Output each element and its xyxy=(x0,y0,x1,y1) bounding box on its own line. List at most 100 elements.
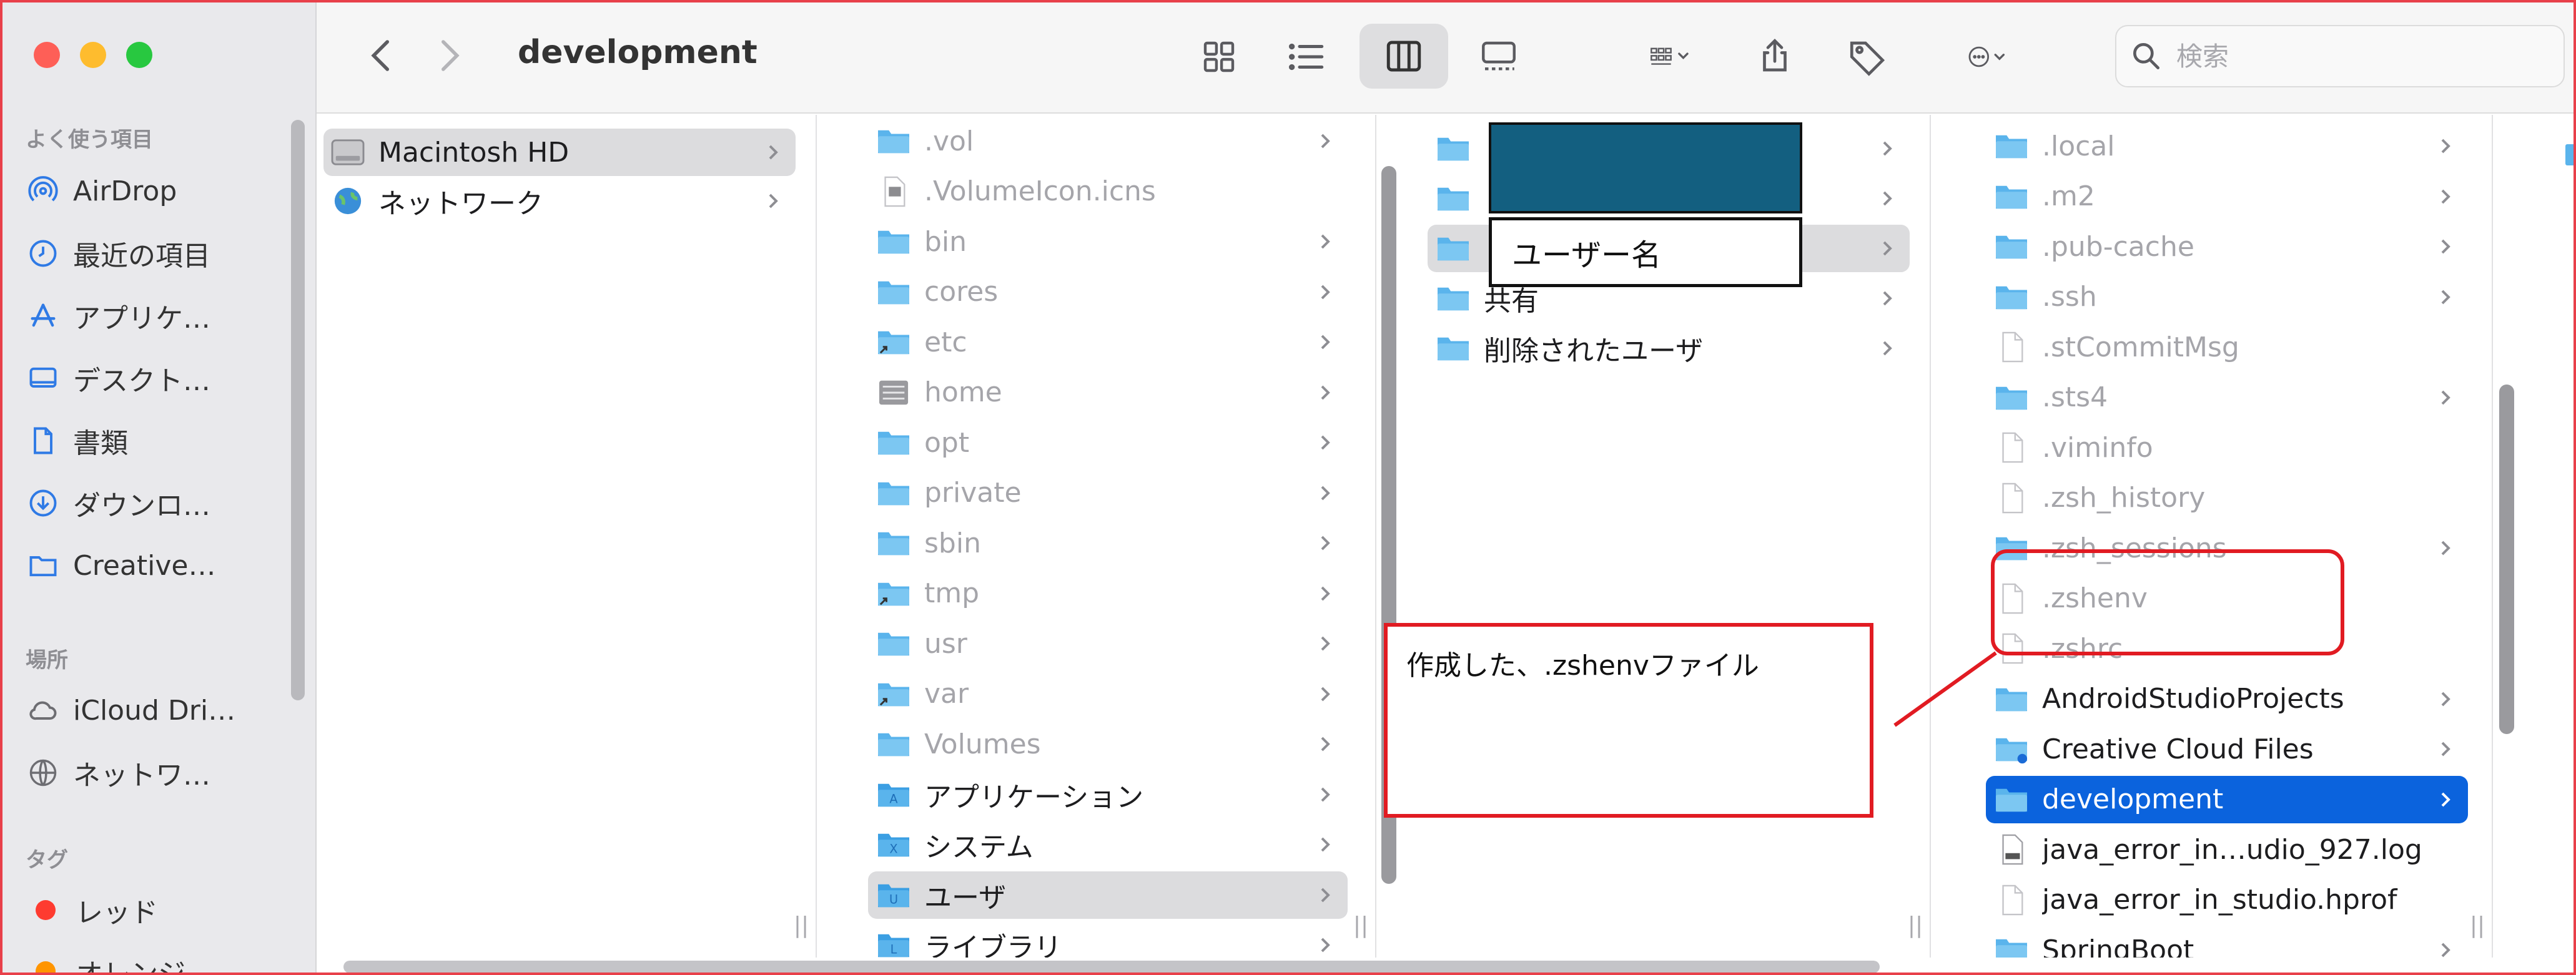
search-input[interactable] xyxy=(2176,41,2551,72)
sidebar-item-documents[interactable]: 書類 xyxy=(26,416,294,466)
chevron-right-icon xyxy=(1321,737,1330,752)
column-resize-handle[interactable]: || xyxy=(1906,913,1925,950)
folder-icon xyxy=(1435,133,1471,164)
list-item[interactable]: AndroidStudioProjects xyxy=(1986,675,2468,723)
list-item[interactable]: SpringBoot xyxy=(1986,926,2468,958)
list-item-label: ライブラリ xyxy=(924,932,1062,958)
list-item-label: private xyxy=(924,477,1022,509)
list-item[interactable]: L ライブラリ xyxy=(868,921,1348,958)
folder-icon xyxy=(1993,181,2030,212)
sidebar-item-label: アプリケ… xyxy=(73,303,210,335)
sidebar-item-downloads[interactable]: ダウンロ… xyxy=(26,478,294,528)
zoom-window-button[interactable] xyxy=(126,42,152,68)
list-item-label: .pub-cache xyxy=(2042,230,2194,263)
list-item[interactable]: private xyxy=(868,469,1348,517)
more-actions-button[interactable] xyxy=(1940,29,2034,85)
icon-view-button[interactable] xyxy=(1191,29,1247,85)
sidebar-item-recents[interactable]: 最近の項目 xyxy=(26,228,294,278)
chevron-right-icon xyxy=(2441,189,2450,203)
column-resize-handle[interactable]: || xyxy=(2468,913,2487,950)
list-item[interactable]: usr xyxy=(868,620,1348,667)
list-item[interactable]: ネットワーク xyxy=(323,177,796,225)
sidebar-item-network[interactable]: ネットワ… xyxy=(26,748,294,798)
window-title: development xyxy=(518,34,758,71)
sidebar-tag-orange[interactable]: オレンジ xyxy=(26,946,294,973)
minimize-window-button[interactable] xyxy=(80,42,106,68)
list-item[interactable]: Volumes xyxy=(868,720,1348,768)
list-item-label: .vol xyxy=(924,125,974,157)
chevron-right-icon xyxy=(1321,486,1330,500)
list-item-label: アプリケーション xyxy=(924,781,1144,813)
list-item[interactable]: .sts4 xyxy=(1986,374,2468,421)
list-item[interactable]: .zsh_history xyxy=(1986,474,2468,522)
group-button[interactable] xyxy=(1623,29,1717,85)
list-item[interactable]: opt xyxy=(868,419,1348,466)
chevron-right-icon xyxy=(1321,636,1330,651)
horizontal-scrollbar[interactable] xyxy=(343,961,1880,973)
gallery-view-button[interactable] xyxy=(1464,29,1533,85)
list-item[interactable]: Macintosh HD xyxy=(323,129,796,176)
sidebar-scrollbar[interactable] xyxy=(291,120,305,700)
list-item-label: cores xyxy=(924,276,999,308)
list-item[interactable]: A アプリケーション xyxy=(868,771,1348,818)
globe-icon xyxy=(330,185,366,217)
list-item[interactable]: .viminfo xyxy=(1986,424,2468,471)
hard-drive-icon xyxy=(330,137,366,168)
list-item[interactable]: cores xyxy=(868,268,1348,316)
column-resize-handle[interactable]: || xyxy=(1351,913,1370,950)
redaction-box xyxy=(1489,122,1802,213)
list-item[interactable]: .VolumeIcon.icns xyxy=(868,168,1348,215)
svg-text:A: A xyxy=(889,791,897,806)
file-icon xyxy=(1993,884,2030,916)
sidebar-item-icloud[interactable]: iCloud Dri… xyxy=(26,685,294,735)
list-item[interactable]: Creative Cloud Files xyxy=(1986,725,2468,773)
folder-icon xyxy=(1993,382,2030,413)
list-item[interactable]: var xyxy=(868,670,1348,718)
list-item[interactable]: bin xyxy=(868,218,1348,265)
share-button[interactable] xyxy=(1747,25,1803,87)
chevron-right-icon xyxy=(1321,285,1330,299)
list-item[interactable]: .ssh xyxy=(1986,273,2468,321)
list-item[interactable]: .m2 xyxy=(1986,173,2468,220)
forward-button[interactable] xyxy=(427,34,470,77)
svg-text:U: U xyxy=(889,892,898,906)
chevron-right-icon xyxy=(2441,139,2450,154)
list-item[interactable]: etc xyxy=(868,318,1348,366)
sidebar-item-desktop[interactable]: デスクト… xyxy=(26,353,294,403)
list-item[interactable]: .pub-cache xyxy=(1986,223,2468,270)
sidebar-item-label: レッド xyxy=(76,897,158,929)
list-item[interactable]: U ユーザ xyxy=(868,871,1348,919)
list-item[interactable]: .stCommitMsg xyxy=(1986,323,2468,371)
list-view-button[interactable] xyxy=(1278,29,1335,85)
list-item[interactable]: development xyxy=(1986,775,2468,823)
alias-folder-icon xyxy=(876,679,912,710)
list-item[interactable]: java_error_in…udio_927.log xyxy=(1986,826,2468,873)
list-item[interactable]: tmp xyxy=(868,570,1348,617)
folder-icon xyxy=(876,628,912,659)
close-window-button[interactable] xyxy=(34,42,60,68)
chevron-right-icon xyxy=(1321,385,1330,399)
list-item[interactable]: sbin xyxy=(868,519,1348,567)
column-resize-handle[interactable]: || xyxy=(792,913,811,950)
column-view-button[interactable] xyxy=(1360,24,1448,89)
list-item[interactable]: .vol xyxy=(868,117,1348,165)
desktop-icon xyxy=(26,361,61,396)
tag-button[interactable] xyxy=(1839,29,1895,85)
search-field[interactable] xyxy=(2115,25,2565,87)
list-item[interactable]: 削除されたユーザ xyxy=(1428,325,1910,372)
sidebar-item-creative[interactable]: Creative… xyxy=(26,541,294,590)
sidebar-item-applications[interactable]: アプリケ… xyxy=(26,291,294,341)
system-folder-icon: X xyxy=(876,829,912,860)
columns-icon xyxy=(1386,41,1421,72)
column-scrollbar[interactable] xyxy=(2499,385,2514,734)
gallery-icon xyxy=(1482,41,1516,71)
list-item[interactable]: X システム xyxy=(868,821,1348,868)
sidebar-item-label: Creative… xyxy=(73,549,216,582)
back-button[interactable] xyxy=(360,34,404,77)
list-item[interactable]: .local xyxy=(1986,122,2468,170)
list-item[interactable]: home xyxy=(868,369,1348,416)
list-item[interactable]: java_error_in_studio.hprof xyxy=(1986,876,2468,924)
chevron-right-icon xyxy=(2441,390,2450,404)
sidebar-item-airdrop[interactable]: AirDrop xyxy=(26,166,294,216)
sidebar-tag-red[interactable]: レッド xyxy=(26,885,294,935)
